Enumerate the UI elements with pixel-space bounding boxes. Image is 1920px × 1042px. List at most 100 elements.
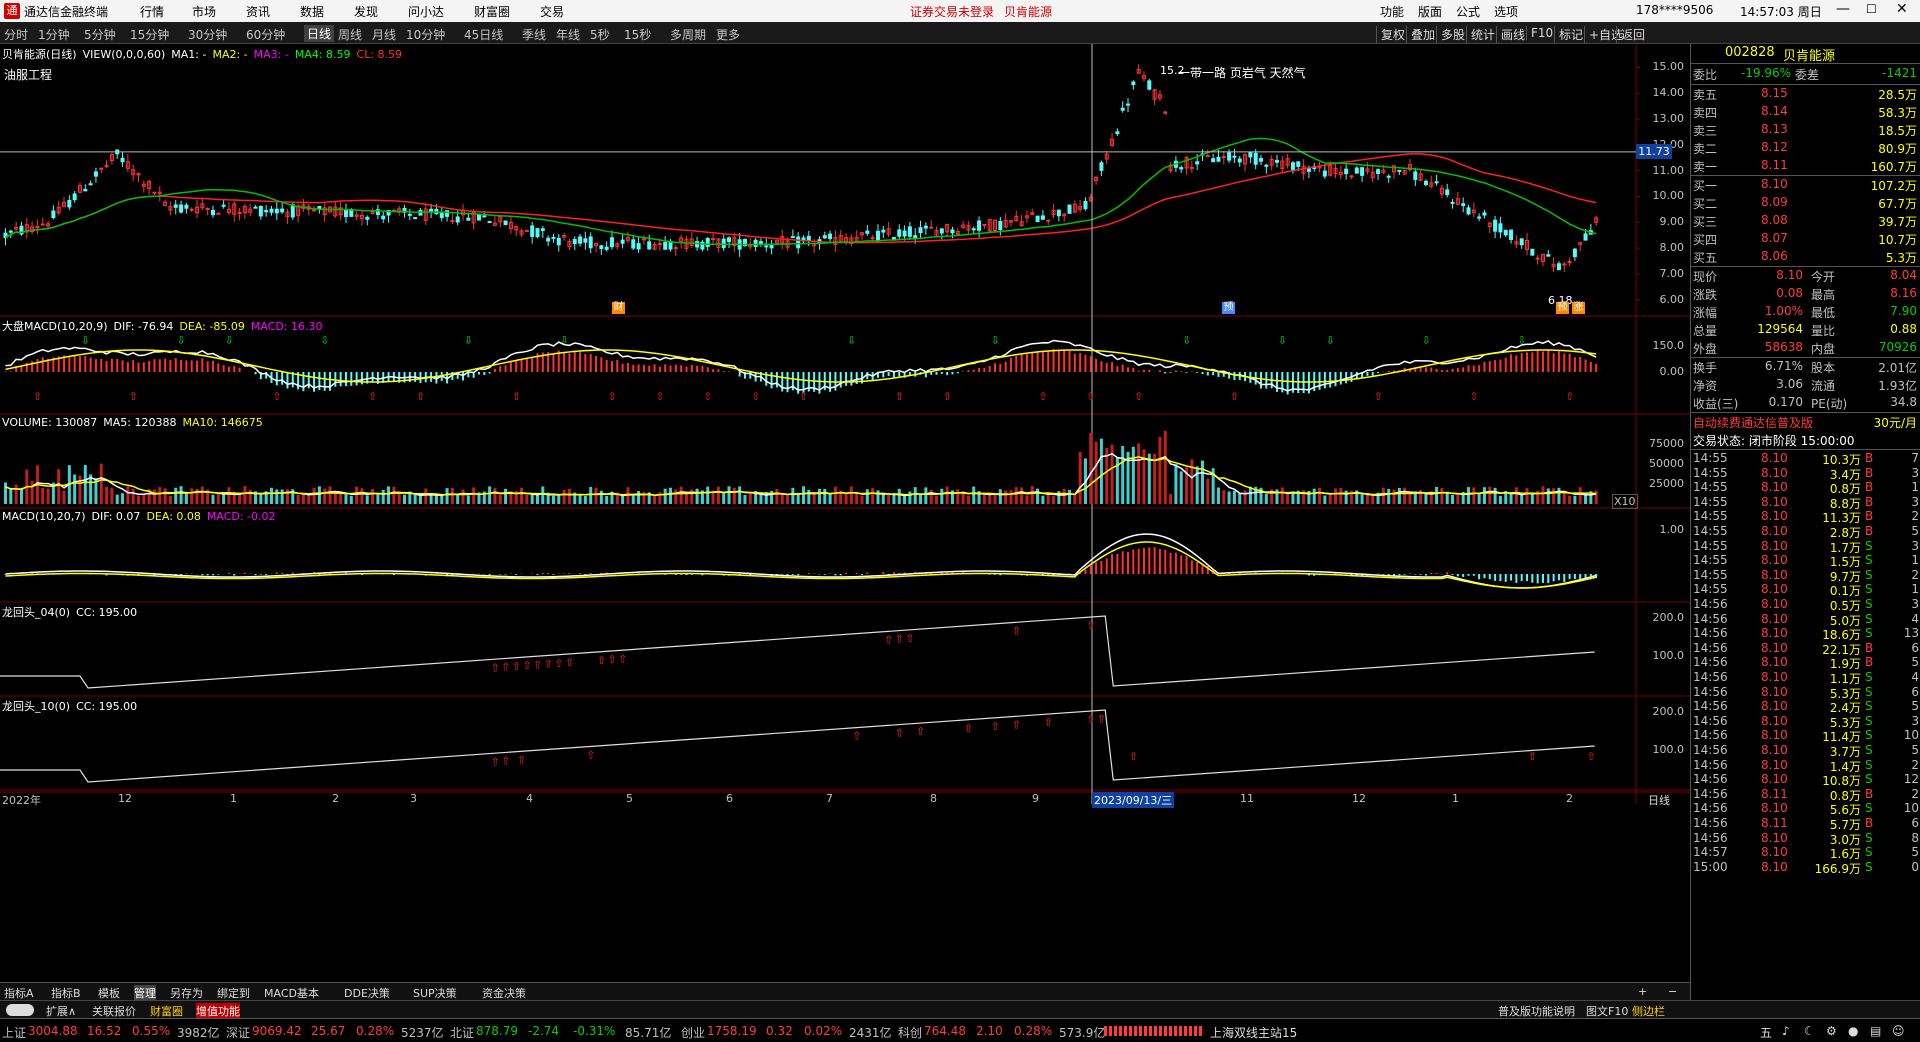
index-0-n[interactable]: 上证 — [2, 1024, 26, 1041]
period-0[interactable]: 分时 — [4, 26, 28, 43]
index-2-n[interactable]: 北证 — [450, 1024, 474, 1041]
minimize-icon[interactable]: — — [1836, 1, 1850, 17]
stat-row-c2: PE(动) — [1811, 397, 1848, 411]
menu-banmian[interactable]: 版面 — [1418, 3, 1442, 20]
period-9[interactable]: 10分钟 — [406, 26, 445, 43]
period-15[interactable]: 多周期 — [670, 26, 706, 43]
tool-0[interactable]: 复权 — [1376, 26, 1405, 43]
gear-icon[interactable]: ⚙ — [1826, 1024, 1837, 1038]
indicator-tab-0[interactable]: 指标A — [4, 985, 34, 1001]
menu-wenxiaoda[interactable]: 问小达 — [408, 3, 444, 20]
indicator-tab-2[interactable]: 模板 — [98, 985, 120, 1001]
ext-tab-0[interactable]: 扩展∧ — [46, 1003, 76, 1019]
candle-body — [998, 221, 1003, 231]
menu-caifuquan[interactable]: 财富圈 — [474, 3, 510, 20]
index-4-c: 2.10 — [976, 1024, 1003, 1038]
menu-jiaoyi[interactable]: 交易 — [540, 3, 564, 20]
circle-icon[interactable]: ● — [1848, 1024, 1858, 1038]
ext-tab-3[interactable]: 增值功能 — [196, 1003, 240, 1019]
tool-1[interactable]: 叠加 — [1406, 26, 1435, 43]
indicator-tab-1[interactable]: 指标B — [51, 985, 81, 1001]
indicator-tab-6[interactable]: MACD基本 — [264, 985, 319, 1001]
tick-row-c4: 10 — [1903, 728, 1919, 743]
period-12[interactable]: 年线 — [556, 26, 580, 43]
account-id[interactable]: 178****9506 — [1636, 3, 1713, 17]
ext-right-2[interactable]: 侧边栏 — [1632, 1003, 1665, 1019]
bell-icon[interactable]: 五 — [1760, 1024, 1772, 1041]
indicator-tab-3[interactable]: 管理 — [134, 985, 156, 1001]
tool-3[interactable]: 统计 — [1466, 26, 1495, 43]
candle-body — [221, 204, 226, 207]
period-14[interactable]: 15秒 — [624, 26, 651, 43]
tool-8[interactable]: 返回 — [1616, 26, 1645, 43]
tool-6[interactable]: 标记 — [1554, 26, 1583, 43]
volume-bar — [1509, 492, 1513, 504]
menu-shichang[interactable]: 市场 — [192, 3, 216, 20]
menu-xuanxiang[interactable]: 选项 — [1494, 3, 1518, 20]
period-10[interactable]: 45日线 — [464, 26, 503, 43]
volume-unit: X10 — [1612, 494, 1638, 509]
menu-faxian[interactable]: 发现 — [354, 3, 378, 20]
indicator-tab-5[interactable]: 绑定到 — [217, 985, 250, 1001]
tool-5[interactable]: F10 — [1526, 26, 1553, 40]
volume-bar — [1371, 494, 1375, 504]
chart-area[interactable]: ⇧ ⇩ ⇧ ⇩ ⇩ ⇧ ⇩ ⇧ ⇧ ⇩ ⇧ ⇩ ⇧ ⇧ ⇧ ⇧ ⇧ ⇩ ⇧ ⇧ ⇩ ⇧ ⇧ ⇧ ⇩ ⇧ ⇩ ⇩ ⇧ ⇩ ⇧ ⇩ ⇧ ⇧ ⇧ ⇧ ⇧ ⇧ ⇧ ⇧… — [0, 44, 1690, 982]
volume-bar — [1541, 486, 1545, 504]
sound-icon[interactable]: ♪ — [1782, 1024, 1790, 1038]
candle-body — [152, 191, 157, 194]
candle-body — [572, 238, 577, 245]
indicator-tab-4[interactable]: 另存为 — [170, 985, 203, 1001]
candle-body — [1264, 164, 1269, 167]
tool-4[interactable]: 画线 — [1496, 26, 1525, 43]
period-7[interactable]: 周线 — [338, 26, 362, 43]
event-badge[interactable]: 财 — [612, 302, 625, 314]
index-4-n[interactable]: 科创 — [898, 1024, 922, 1041]
moon-icon[interactable]: ☾ — [1804, 1024, 1815, 1038]
promo-row-c0: 自动续费通达信普及版 — [1693, 416, 1814, 430]
menu-gongshi[interactable]: 公式 — [1456, 3, 1480, 20]
menu-shuju[interactable]: 数据 — [300, 3, 324, 20]
ext-right-1[interactable]: 图文F10 — [1586, 1003, 1628, 1019]
period-3[interactable]: 15分钟 — [130, 26, 169, 43]
event-badge[interactable]: 涨 — [1572, 302, 1585, 314]
period-1[interactable]: 1分钟 — [38, 26, 70, 43]
indicator-tab-8[interactable]: SUP决策 — [413, 985, 457, 1001]
promo-row[interactable]: 自动续费通达信普及版 30元/月 — [1691, 413, 1920, 431]
dragon-arrow: ⇧ — [1528, 750, 1537, 763]
period-8[interactable]: 月线 — [372, 26, 396, 43]
index-3-n[interactable]: 创业 — [681, 1024, 705, 1041]
period-6[interactable]: 日线 — [304, 25, 335, 42]
plus-icon[interactable]: + — [1638, 985, 1647, 998]
minus-icon[interactable]: − — [1668, 985, 1677, 998]
user-icon[interactable]: ☺ — [1892, 1024, 1905, 1038]
index-1-n[interactable]: 深证 — [226, 1024, 250, 1041]
candle-body — [1386, 175, 1391, 178]
maximize-icon[interactable]: ☐ — [1866, 2, 1877, 16]
doc-icon[interactable]: ▤ — [1870, 1024, 1881, 1038]
tick-row-c3: S — [1865, 597, 1873, 611]
menu-zixun[interactable]: 资讯 — [246, 3, 270, 20]
menu-hangqing[interactable]: 行情 — [140, 3, 164, 20]
menu-gongneng[interactable]: 功能 — [1380, 3, 1404, 20]
period-4[interactable]: 30分钟 — [188, 26, 227, 43]
pane-header-0: VOLUME: 130087 — [2, 416, 98, 429]
tick-row-c3: S — [1865, 699, 1873, 714]
toggle-switch[interactable] — [6, 1004, 34, 1016]
period-2[interactable]: 5分钟 — [84, 26, 116, 43]
period-11[interactable]: 季线 — [522, 26, 546, 43]
indicator-tab-9[interactable]: 资金决策 — [482, 985, 526, 1001]
tool-2[interactable]: 多股 — [1436, 26, 1465, 43]
period-13[interactable]: 5秒 — [590, 26, 610, 43]
ext-tab-1[interactable]: 关联报价 — [92, 1003, 136, 1019]
ext-tab-2[interactable]: 财富圈 — [150, 1003, 183, 1019]
event-badge[interactable]: 预 — [1556, 302, 1569, 314]
ext-right-0[interactable]: 普及版功能说明 — [1498, 1003, 1575, 1019]
period-16[interactable]: 更多 — [716, 26, 740, 43]
server-name[interactable]: 上海双线主站15 — [1210, 1024, 1297, 1041]
period-5[interactable]: 60分钟 — [246, 26, 285, 43]
close-icon[interactable]: ✕ — [1896, 1, 1908, 17]
event-badge[interactable]: 预 — [1222, 302, 1235, 314]
indicator-tab-7[interactable]: DDE决策 — [344, 985, 390, 1001]
candle-body — [1189, 166, 1194, 169]
login-warning[interactable]: 证券交易未登录 — [910, 3, 994, 20]
